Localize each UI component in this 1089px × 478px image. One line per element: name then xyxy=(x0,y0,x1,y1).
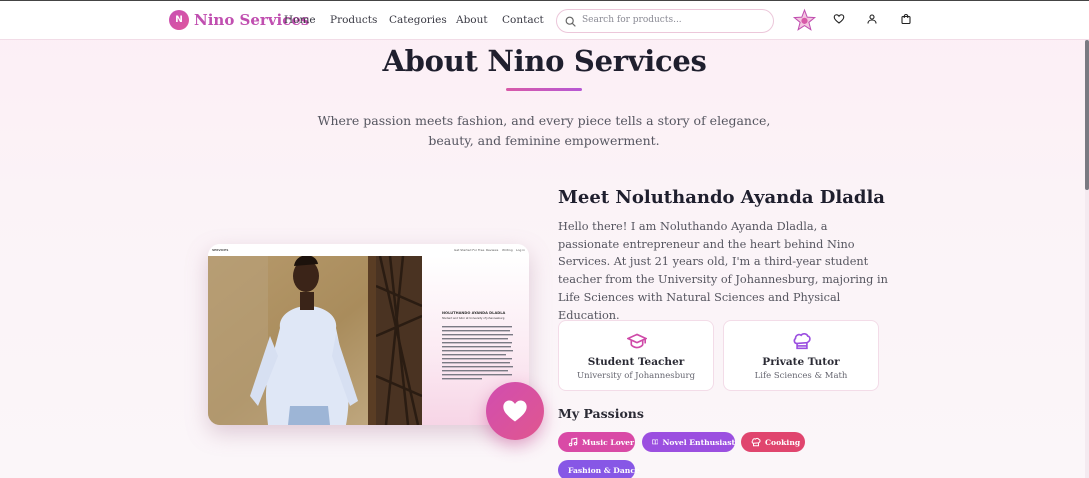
nav-about[interactable]: About xyxy=(456,14,488,26)
star-badge-icon[interactable] xyxy=(792,8,817,33)
logo-badge: N xyxy=(169,10,189,30)
nav-home[interactable]: Home xyxy=(284,14,316,26)
profile-photo-image xyxy=(208,256,422,425)
search-input[interactable]: Search for products... xyxy=(582,15,682,25)
role-card-label: Private Tutor xyxy=(762,356,840,368)
top-nav-bar: N Nino Services Home Products Categories… xyxy=(0,0,1089,40)
nav-contact[interactable]: Contact xyxy=(502,14,544,26)
role-card-label: Student Teacher xyxy=(587,356,685,368)
search-icon xyxy=(565,16,576,27)
mini-name: NOLUTHANDO AYANDA DLADLA xyxy=(442,311,506,315)
page-scrollbar[interactable] xyxy=(1085,40,1089,478)
title-underline xyxy=(506,88,582,91)
mini-bio-text-lines xyxy=(442,326,513,380)
role-card-private-tutor: Private Tutor Life Sciences & Math xyxy=(723,320,879,391)
profile-photo xyxy=(208,256,422,425)
role-card-sub: Life Sciences & Math xyxy=(754,371,848,381)
wishlist-heart-icon[interactable] xyxy=(833,13,845,25)
mini-nav-item: Writing xyxy=(502,248,513,252)
profile-bio: Hello there! I am Noluthando Ayanda Dlad… xyxy=(558,220,888,322)
nav-categories[interactable]: Categories xyxy=(389,14,447,26)
passion-pill-cooking[interactable]: Cooking xyxy=(741,432,805,452)
mini-nav-item: Get Started For Free xyxy=(454,248,485,252)
passion-label: Fashion & Dance xyxy=(568,465,640,475)
user-account-icon[interactable] xyxy=(866,13,878,25)
music-icon xyxy=(568,437,578,447)
passion-pill-novels[interactable]: Novel Enthusiast xyxy=(642,432,735,452)
role-card-sub: University of Johannesburg xyxy=(576,371,696,381)
mini-nav-item: Reviews xyxy=(486,248,499,252)
chef-hat-icon xyxy=(751,437,761,447)
mini-nav-brand: SERVICES xyxy=(212,248,229,252)
passion-pill-fashion-dance[interactable]: Fashion & Dance xyxy=(558,460,640,478)
passions-heading: My Passions xyxy=(558,406,644,421)
search-box[interactable]: Search for products... xyxy=(556,9,774,33)
passion-label: Novel Enthusiast xyxy=(662,437,735,447)
nav-products[interactable]: Products xyxy=(330,14,377,26)
heart-icon xyxy=(503,400,527,422)
profile-photo-card: SERVICES Get Started For Free Reviews Wr… xyxy=(208,244,529,425)
page-subtitle: Where passion meets fashion, and every p… xyxy=(317,113,771,148)
graduation-cap-icon xyxy=(627,333,647,349)
page-title: About Nino Services xyxy=(382,44,707,78)
role-card-student-teacher: Student Teacher University of Johannesbu… xyxy=(558,320,714,391)
shopping-bag-icon[interactable] xyxy=(900,13,912,25)
mini-tagline: Student and tutor at University of Johan… xyxy=(442,317,505,320)
passion-pill-music[interactable]: Music Lover xyxy=(558,432,635,452)
passion-label: Music Lover xyxy=(582,437,635,447)
profile-heading: Meet Noluthando Ayanda Dladla xyxy=(558,187,885,208)
favorite-heart-button[interactable] xyxy=(486,382,544,440)
chef-hat-icon xyxy=(793,332,811,350)
book-icon xyxy=(652,439,659,445)
mini-screenshot-nav: SERVICES Get Started For Free Reviews Wr… xyxy=(208,244,529,256)
passion-label: Cooking xyxy=(765,437,801,447)
mini-nav-item: Log in xyxy=(516,248,526,252)
